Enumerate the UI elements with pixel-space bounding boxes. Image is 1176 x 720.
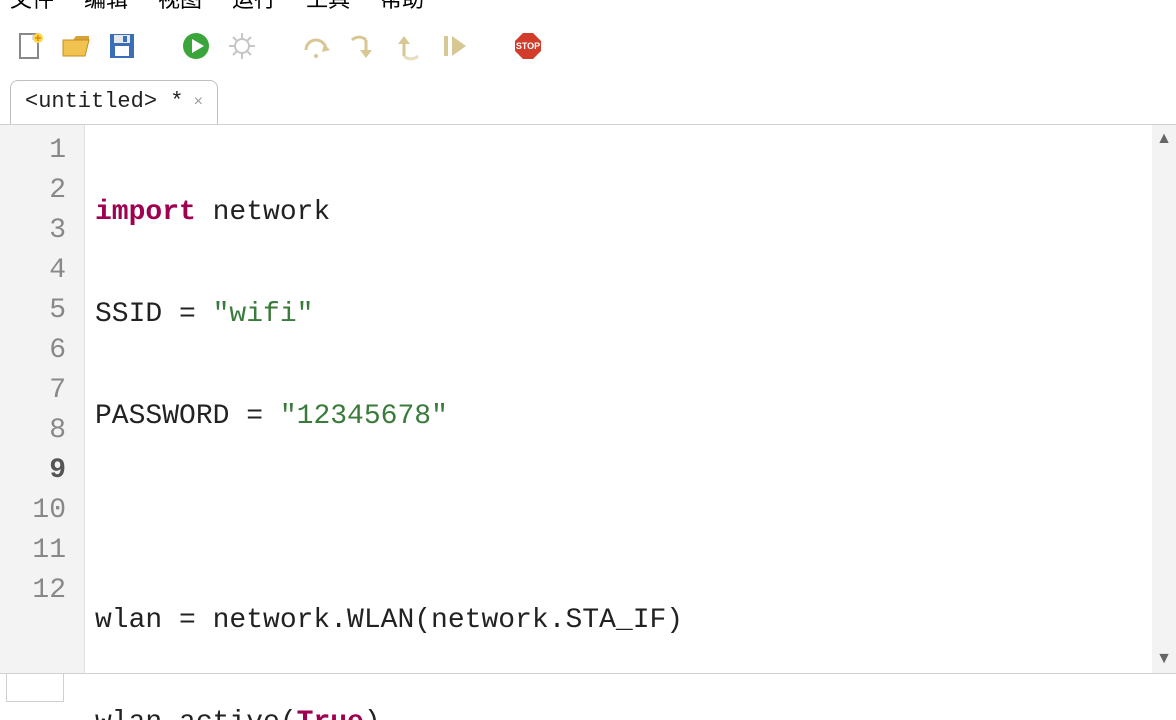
tab-close-icon[interactable]: × bbox=[193, 94, 203, 110]
line-number: 9 bbox=[10, 451, 66, 491]
menu-tools[interactable]: 工具 bbox=[306, 0, 350, 14]
menu-edit[interactable]: 编辑 bbox=[84, 0, 128, 14]
line-number: 6 bbox=[10, 331, 66, 371]
run-icon[interactable] bbox=[180, 30, 212, 62]
resume-icon[interactable] bbox=[438, 30, 470, 62]
menu-view[interactable]: 视图 bbox=[158, 0, 202, 14]
menu-file[interactable]: 文件 bbox=[10, 0, 54, 14]
open-file-icon[interactable] bbox=[60, 30, 92, 62]
save-file-icon[interactable] bbox=[106, 30, 138, 62]
editor: 1 2 3 4 5 6 7 8 9 10 11 12 import networ… bbox=[0, 124, 1176, 673]
code-area[interactable]: import network SSID = "wifi" PASSWORD = … bbox=[85, 125, 1152, 673]
svg-text:STOP: STOP bbox=[516, 41, 540, 51]
debug-icon[interactable] bbox=[226, 30, 258, 62]
line-number: 3 bbox=[10, 211, 66, 251]
line-number: 10 bbox=[10, 491, 66, 531]
line-number: 2 bbox=[10, 171, 66, 211]
step-out-icon[interactable] bbox=[392, 30, 424, 62]
vertical-scrollbar[interactable]: ▲ ▼ bbox=[1152, 125, 1176, 673]
status-cell bbox=[6, 674, 64, 702]
line-number: 8 bbox=[10, 411, 66, 451]
new-file-icon[interactable] bbox=[14, 30, 46, 62]
stop-icon[interactable]: STOP bbox=[512, 30, 544, 62]
line-number: 12 bbox=[10, 571, 66, 611]
toolbar: STOP bbox=[0, 18, 1176, 78]
tabbar: <untitled> * × bbox=[0, 78, 1176, 124]
line-number: 5 bbox=[10, 291, 66, 331]
line-number: 7 bbox=[10, 371, 66, 411]
line-number: 11 bbox=[10, 531, 66, 571]
tab-label: <untitled> * bbox=[25, 89, 183, 114]
line-number: 4 bbox=[10, 251, 66, 291]
gutter: 1 2 3 4 5 6 7 8 9 10 11 12 bbox=[0, 125, 85, 673]
tab-untitled[interactable]: <untitled> * × bbox=[10, 80, 218, 124]
scroll-up-icon[interactable]: ▲ bbox=[1156, 131, 1172, 147]
scroll-down-icon[interactable]: ▼ bbox=[1156, 651, 1172, 667]
line-number: 1 bbox=[10, 131, 66, 171]
step-over-icon[interactable] bbox=[300, 30, 332, 62]
menu-help[interactable]: 帮助 bbox=[380, 0, 424, 14]
menubar: 文件 编辑 视图 运行 工具 帮助 bbox=[0, 0, 1176, 18]
menu-run[interactable]: 运行 bbox=[232, 0, 276, 14]
step-into-icon[interactable] bbox=[346, 30, 378, 62]
